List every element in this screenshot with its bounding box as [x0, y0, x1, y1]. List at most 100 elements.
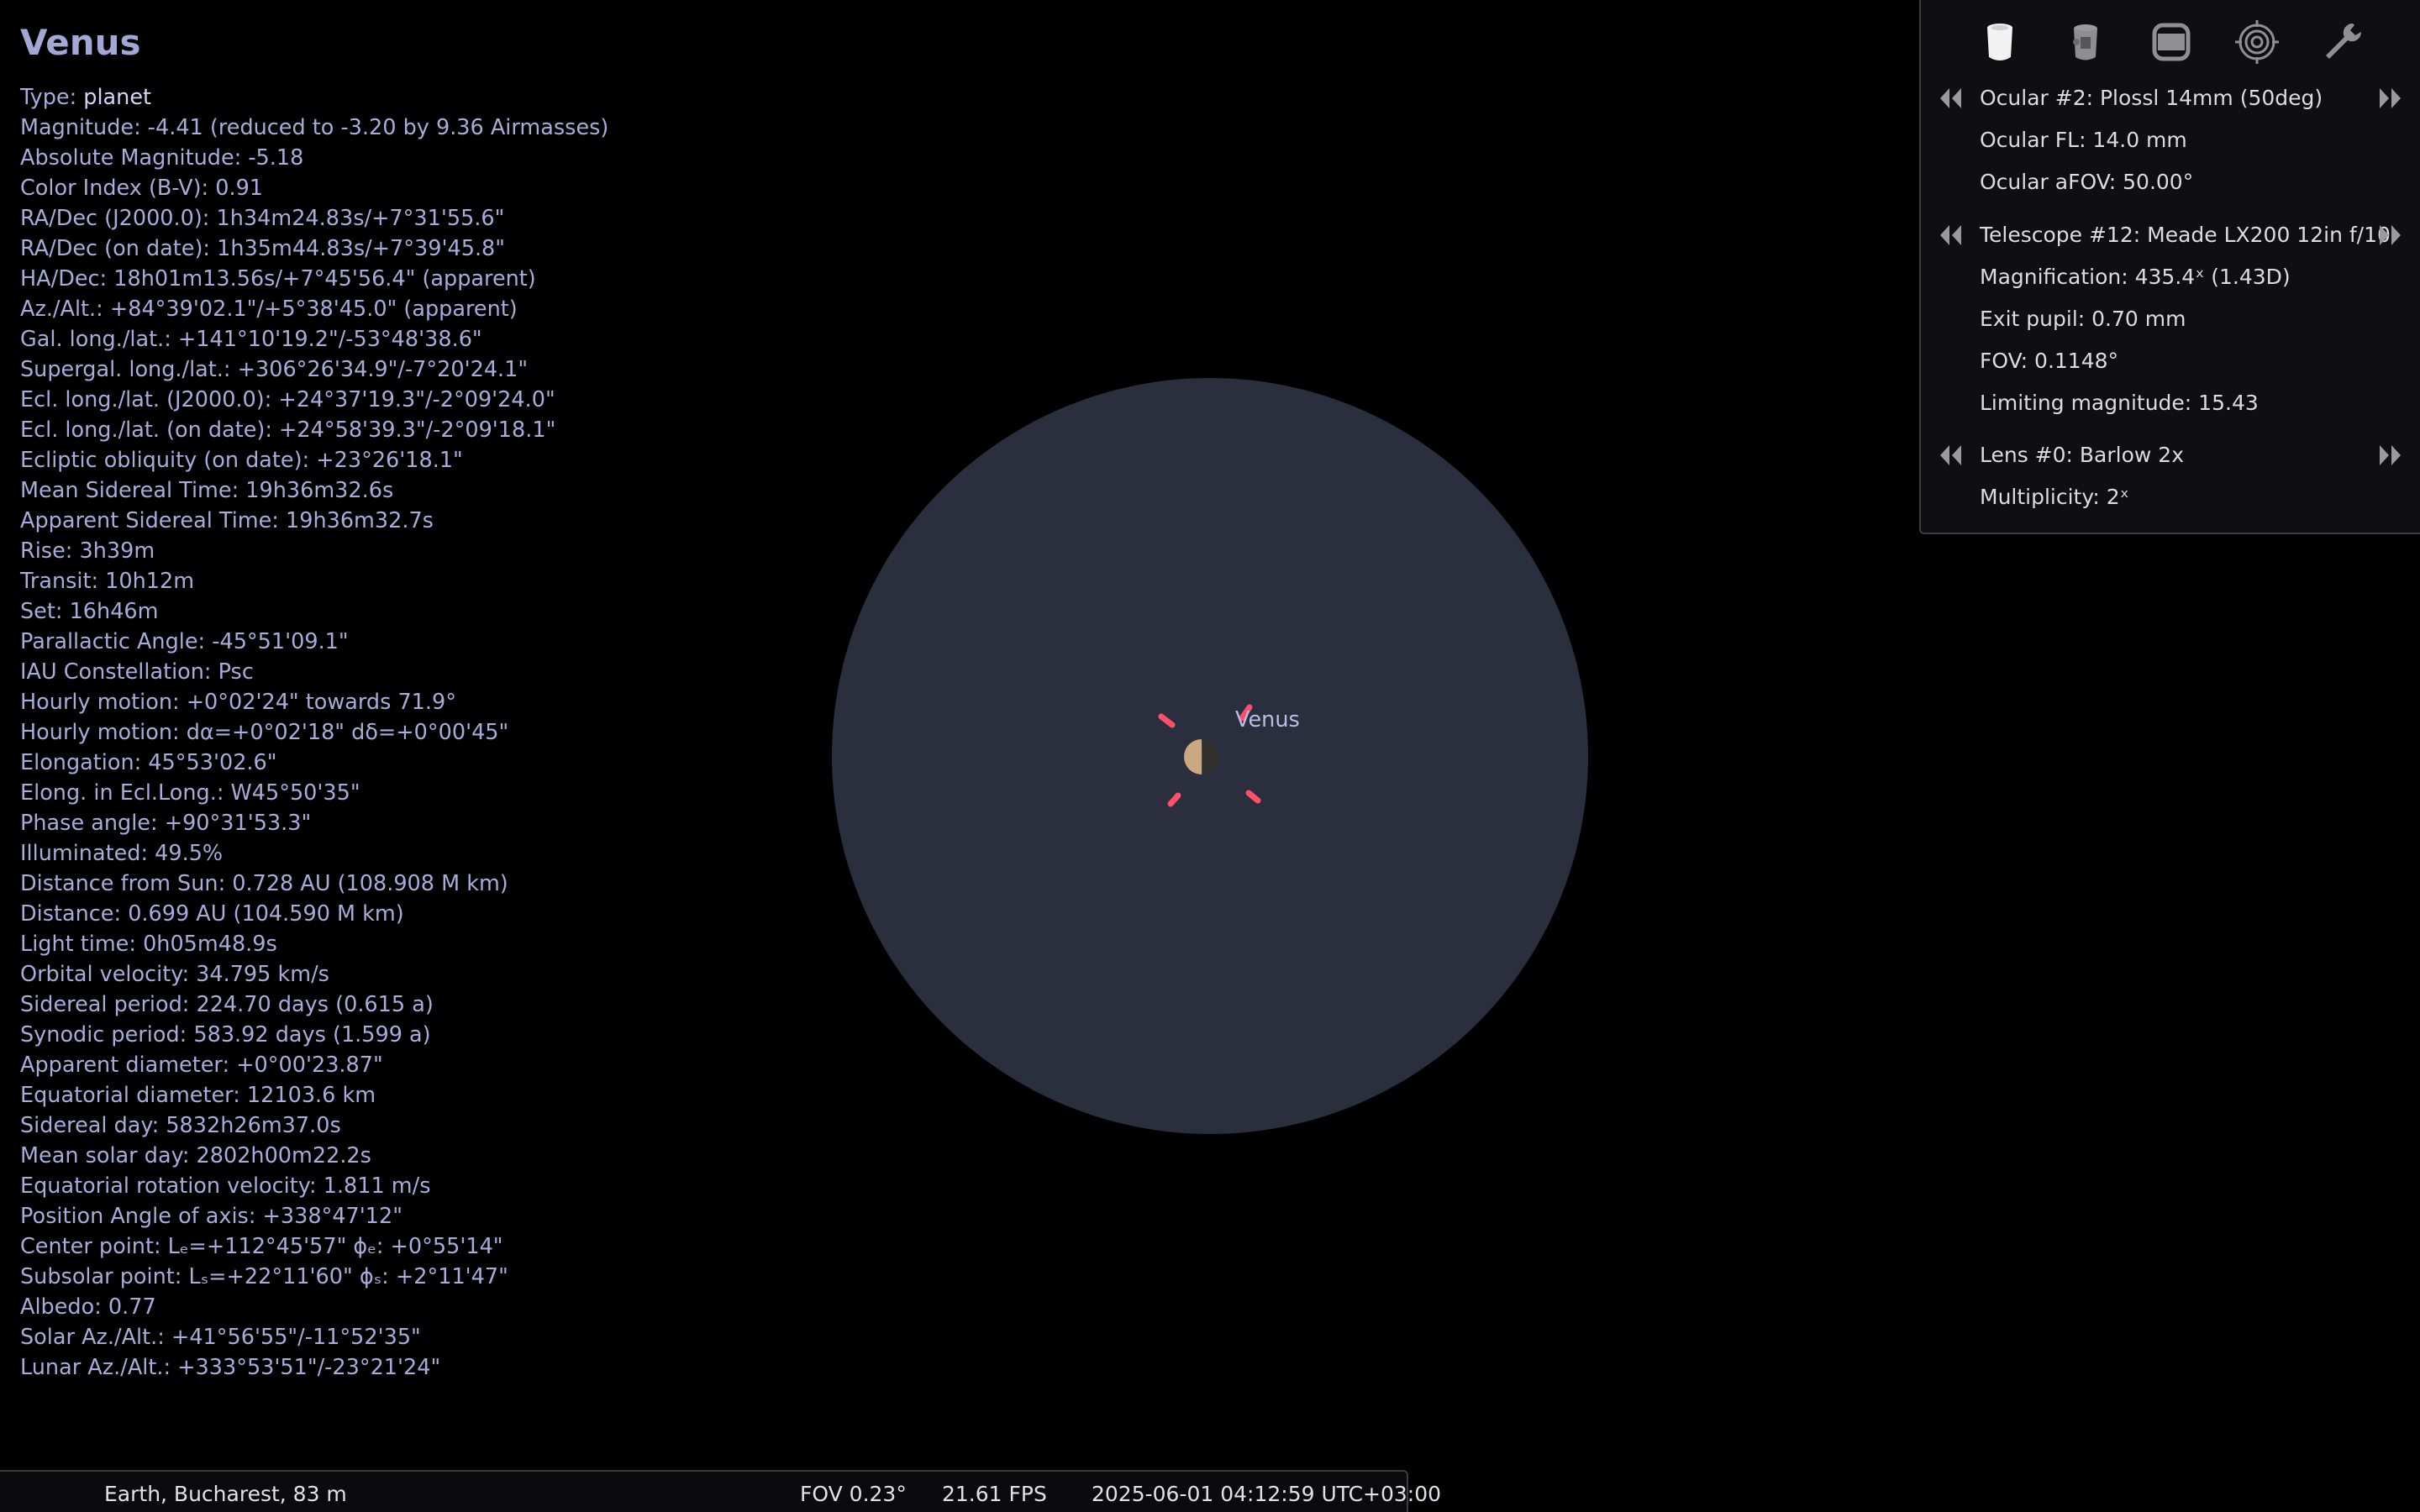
wrench-icon[interactable]: [2317, 17, 2368, 67]
info-line: Lunar Az./Alt.: +333°53'51"/-23°21'24": [20, 1352, 608, 1383]
info-label: Albedo:: [20, 1294, 108, 1320]
info-label: Equatorial diameter:: [20, 1083, 247, 1108]
telrad-icon[interactable]: [2232, 17, 2282, 67]
info-line: Hourly motion: dα=+0°02'18" dδ=+0°00'45": [20, 717, 608, 748]
info-value: Lₑ=+112°45'57" ϕₑ: +0°55'14": [167, 1234, 503, 1259]
info-label: Transit:: [20, 569, 106, 594]
telescope-limiting-magnitude: Limiting magnitude: 15.43: [1980, 391, 2259, 415]
info-line: Rise: 3h39m: [20, 536, 608, 566]
info-line: Light time: 0h05m48.9s: [20, 929, 608, 959]
location-readout[interactable]: Earth, Bucharest, 83 m: [104, 1482, 347, 1506]
info-label: Hourly motion:: [20, 690, 187, 715]
info-value: 0.77: [108, 1294, 156, 1320]
info-value: 224.70 days (0.615 a): [196, 992, 434, 1017]
info-line: Ecliptic obliquity (on date): +23°26'18.…: [20, 445, 608, 475]
next-telescope-arrow-icon[interactable]: [2375, 223, 2403, 248]
oculars-toolbar: [1921, 0, 2420, 81]
next-ocular-arrow-icon[interactable]: [2375, 86, 2403, 111]
info-label: Orbital velocity:: [20, 962, 197, 987]
info-label: Elong. in Ecl.Long.:: [20, 780, 231, 806]
info-value: +84°39'02.1"/+5°38'45.0" (apparent): [109, 297, 518, 322]
fov-readout: FOV 0.23°: [800, 1482, 907, 1506]
previous-lens-arrow-icon[interactable]: [1938, 443, 1966, 468]
info-line: Absolute Magnitude: -5.18: [20, 143, 608, 173]
info-line: Phase angle: +90°31'53.3": [20, 808, 608, 838]
ocular-apparent-fov: Ocular aFOV: 50.00°: [1980, 170, 2194, 194]
info-label: Center point:: [20, 1234, 168, 1259]
info-label: Absolute Magnitude:: [20, 145, 249, 171]
info-value: 2802h00m22.2s: [196, 1143, 371, 1168]
info-value: -45°51'09.1": [212, 629, 349, 654]
venus-planet-disc[interactable]: [1184, 739, 1219, 774]
info-line: Solar Az./Alt.: +41°56'55"/-11°52'35": [20, 1322, 608, 1352]
info-line: Magnitude: -4.41 (reduced to -3.20 by 9.…: [20, 113, 608, 143]
info-label: Magnitude:: [20, 115, 148, 140]
info-label: Hourly motion:: [20, 720, 187, 745]
marker-tick-bottom-right: [1245, 790, 1261, 804]
info-value: 19h36m32.6s: [245, 478, 394, 503]
info-label: Illuminated:: [20, 841, 155, 866]
info-line: Synodic period: 583.92 days (1.599 a): [20, 1020, 608, 1050]
info-value: 18h01m13.56s/+7°45'56.4" (apparent): [113, 266, 536, 291]
info-label: Type:: [20, 85, 84, 110]
previous-ocular-arrow-icon[interactable]: [1938, 86, 1966, 111]
sensor-frame-icon[interactable]: [2146, 17, 2196, 67]
info-value: 12103.6 km: [246, 1083, 376, 1108]
info-line: RA/Dec (on date): 1h35m44.83s/+7°39'45.8…: [20, 234, 608, 264]
info-line: Elongation: 45°53'02.6": [20, 748, 608, 778]
info-line: Parallactic Angle: -45°51'09.1": [20, 627, 608, 657]
info-line: Equatorial rotation velocity: 1.811 m/s: [20, 1171, 608, 1201]
telescope-magnification: Magnification: 435.4ˣ (1.43D): [1980, 265, 2291, 289]
info-label: Apparent Sidereal Time:: [20, 508, 286, 533]
info-line: Az./Alt.: +84°39'02.1"/+5°38'45.0" (appa…: [20, 294, 608, 324]
info-label: Mean solar day:: [20, 1143, 197, 1168]
ocular-field-of-view[interactable]: Venus: [832, 378, 1588, 1134]
crosshair-telescope-icon[interactable]: [2060, 17, 2111, 67]
info-label: Subsolar point:: [20, 1264, 189, 1289]
info-line: RA/Dec (J2000.0): 1h34m24.83s/+7°31'55.6…: [20, 203, 608, 234]
info-line: Distance: 0.699 AU (104.590 M km): [20, 899, 608, 929]
info-line: Sidereal day: 5832h26m37.0s: [20, 1110, 608, 1141]
info-value: 5832h26m37.0s: [166, 1113, 341, 1138]
info-value: 583.92 days (1.599 a): [193, 1022, 431, 1047]
telescope-fov: FOV: 0.1148°: [1980, 349, 2119, 373]
status-bar: Earth, Bucharest, 83 m FOV 0.23° 21.61 F…: [0, 1470, 1441, 1512]
info-label: RA/Dec (J2000.0):: [20, 206, 217, 231]
sky-view-canvas: [1158, 704, 1261, 807]
info-value: 16h46m: [69, 599, 159, 624]
info-value: +338°47'12": [262, 1204, 402, 1229]
telescope-name: Telescope #12: Meade LX200 12in f/10: [1980, 223, 2391, 247]
info-label: Phase angle:: [20, 811, 165, 836]
info-value: Lₛ=+22°11'60" ϕₛ: +2°11'47": [188, 1264, 508, 1289]
ocular-name: Ocular #2: Plossl 14mm (50deg): [1980, 86, 2323, 110]
info-label: Supergal. long./lat.:: [20, 357, 238, 382]
info-line: Illuminated: 49.5%: [20, 838, 608, 869]
object-info-panel: Venus Type: planet Magnitude: -4.41 (redu…: [20, 20, 608, 1383]
info-label: Ecl. long./lat. (on date):: [20, 417, 280, 443]
info-label: Elongation:: [20, 750, 149, 775]
ocular-icon[interactable]: [1975, 17, 2025, 67]
info-line: Elong. in Ecl.Long.: W45°50'35": [20, 778, 608, 808]
next-lens-arrow-icon[interactable]: [2375, 443, 2403, 468]
info-line: Gal. long./lat.: +141°10'19.2"/-53°48'38…: [20, 324, 608, 354]
info-label: Light time:: [20, 932, 144, 957]
info-line: Position Angle of axis: +338°47'12": [20, 1201, 608, 1231]
oculars-panel: Ocular #2: Plossl 14mm (50deg) Ocular FL…: [1919, 0, 2420, 534]
datetime-readout[interactable]: 2025-06-01 04:12:59 UTC+03:00: [1092, 1482, 1441, 1506]
info-value: +333°53'51"/-23°21'24": [177, 1355, 441, 1380]
info-line: Mean Sidereal Time: 19h36m32.6s: [20, 475, 608, 506]
venus-label[interactable]: Venus: [1235, 707, 1300, 732]
marker-tick-top-left: [1158, 713, 1176, 728]
info-line: Supergal. long./lat.: +306°26'34.9"/-7°2…: [20, 354, 608, 385]
info-line: Apparent Sidereal Time: 19h36m32.7s: [20, 506, 608, 536]
venus-lit-side: [1184, 739, 1202, 774]
info-value: +306°26'34.9"/-7°20'24.1": [237, 357, 529, 382]
info-line: Distance from Sun: 0.728 AU (108.908 M k…: [20, 869, 608, 899]
info-value: 0.728 AU (108.908 M km): [232, 871, 508, 896]
previous-telescope-arrow-icon[interactable]: [1938, 223, 1966, 248]
info-label: Lunar Az./Alt.:: [20, 1355, 178, 1380]
info-label: Solar Az./Alt.:: [20, 1325, 171, 1350]
info-line: Apparent diameter: +0°00'23.87": [20, 1050, 608, 1080]
info-label: IAU Constellation:: [20, 659, 218, 685]
info-line: Center point: Lₑ=+112°45'57" ϕₑ: +0°55'1…: [20, 1231, 608, 1262]
